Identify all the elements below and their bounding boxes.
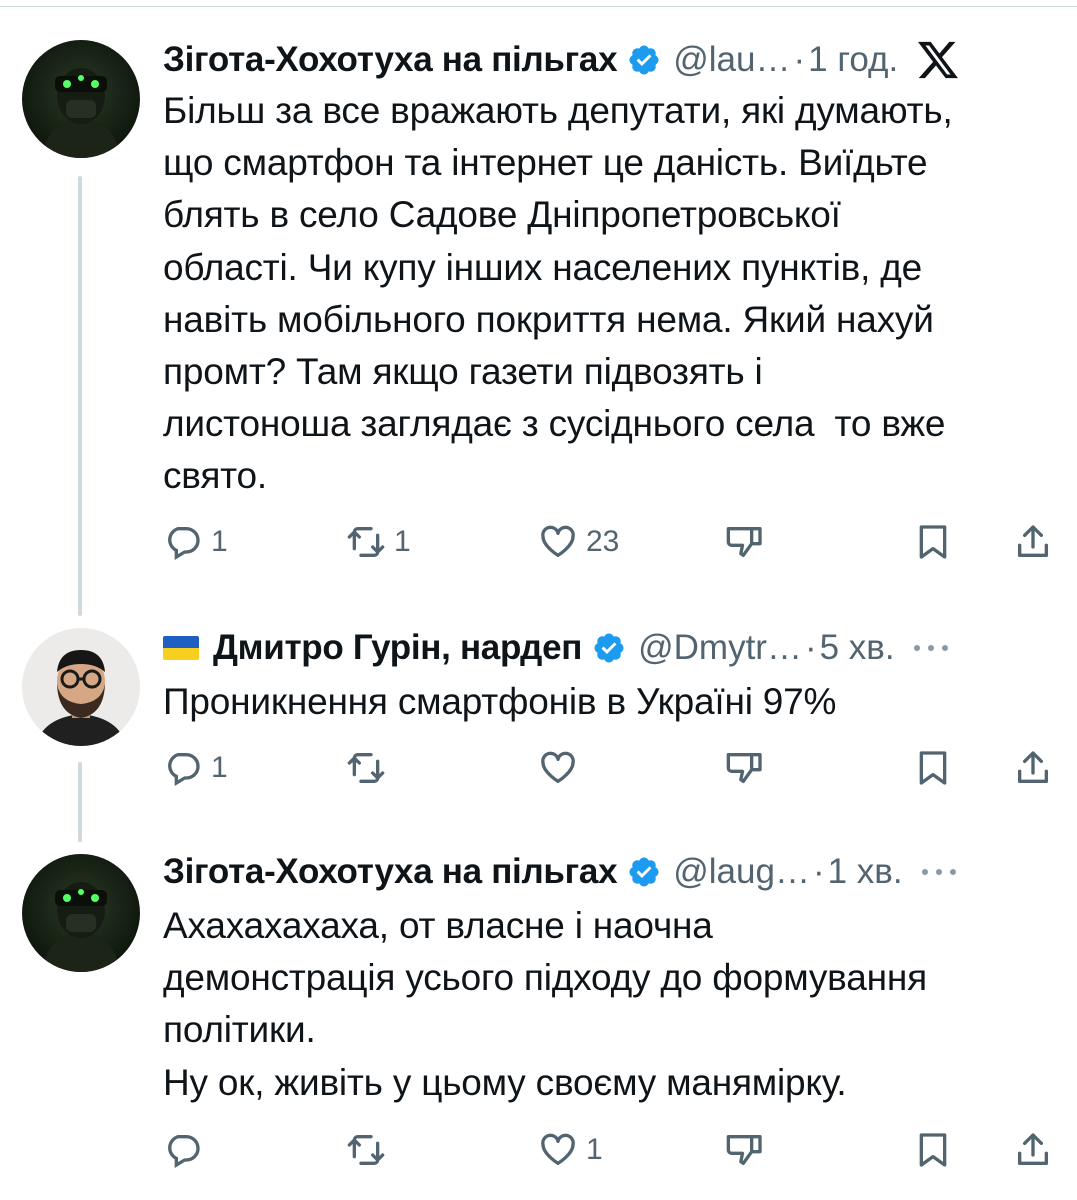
repost-icon bbox=[347, 1135, 385, 1165]
x-logo-icon bbox=[916, 40, 960, 80]
top-divider bbox=[0, 0, 1077, 7]
separator-dot: · bbox=[812, 852, 825, 891]
share-button[interactable] bbox=[1013, 1128, 1053, 1172]
bookmark-button[interactable] bbox=[913, 746, 953, 790]
repost-button[interactable] bbox=[346, 746, 394, 790]
author-handle[interactable]: @laug… bbox=[673, 852, 810, 892]
repost-button[interactable]: 1 bbox=[346, 520, 411, 564]
like-button[interactable]: 1 bbox=[538, 1128, 603, 1172]
reply-count: 1 bbox=[211, 525, 228, 558]
thread-line bbox=[78, 176, 82, 616]
dislike-button[interactable] bbox=[725, 1128, 765, 1172]
more-dots-icon[interactable] bbox=[919, 867, 959, 877]
bookmark-icon bbox=[919, 1133, 947, 1167]
verified-badge-icon bbox=[592, 631, 626, 665]
separator-dot: · bbox=[793, 40, 806, 79]
reply-icon bbox=[168, 1135, 200, 1168]
dislike-icon bbox=[726, 753, 762, 783]
dislike-button[interactable] bbox=[725, 520, 765, 564]
bookmark-button[interactable] bbox=[913, 520, 953, 564]
reply-count: 1 bbox=[211, 751, 228, 784]
like-count: 23 bbox=[586, 525, 620, 558]
reply-icon bbox=[168, 753, 200, 786]
verified-badge-icon bbox=[627, 855, 661, 889]
author-name[interactable]: Зігота-Хохотуха на пільгах bbox=[163, 852, 618, 892]
repost-icon bbox=[347, 753, 385, 783]
avatar[interactable] bbox=[22, 854, 140, 972]
like-icon bbox=[541, 525, 575, 557]
like-icon bbox=[541, 751, 575, 783]
more-dots-icon[interactable] bbox=[911, 643, 951, 653]
tweet-text: Більш за все вражають депутати, які дума… bbox=[163, 90, 953, 497]
reply-button[interactable]: 1 bbox=[163, 746, 228, 790]
avatar[interactable] bbox=[22, 628, 140, 746]
like-count: 1 bbox=[586, 1133, 603, 1166]
reply-button[interactable]: 1 bbox=[163, 520, 228, 564]
share-icon bbox=[1018, 1133, 1048, 1165]
avatar[interactable] bbox=[22, 40, 140, 158]
share-icon bbox=[1018, 525, 1048, 557]
tweet-text: Ахахахахаха, от власне і наочна демонстр… bbox=[163, 905, 927, 1103]
repost-icon bbox=[347, 527, 385, 557]
bookmark-icon bbox=[919, 525, 947, 559]
share-icon bbox=[1018, 751, 1048, 783]
verified-badge-icon bbox=[627, 43, 661, 77]
author-handle[interactable]: @lau… bbox=[673, 40, 790, 80]
dislike-button[interactable] bbox=[725, 746, 765, 790]
like-button[interactable]: 23 bbox=[538, 520, 619, 564]
thread-line bbox=[78, 762, 82, 842]
repost-count: 1 bbox=[394, 525, 411, 558]
share-button[interactable] bbox=[1013, 746, 1053, 790]
ukraine-flag-icon bbox=[163, 636, 199, 660]
timestamp[interactable]: 5 хв. bbox=[820, 628, 895, 668]
reply-icon bbox=[168, 527, 200, 560]
bookmark-button[interactable] bbox=[913, 1128, 953, 1172]
author-handle[interactable]: @Dmytr… bbox=[638, 628, 802, 668]
reply-button[interactable] bbox=[163, 1128, 211, 1172]
timestamp[interactable]: 1 хв. bbox=[828, 852, 903, 892]
dislike-icon bbox=[726, 1135, 762, 1165]
like-icon bbox=[541, 1133, 575, 1165]
repost-button[interactable] bbox=[346, 1128, 394, 1172]
like-button[interactable] bbox=[538, 746, 586, 790]
tweet-text: Проникнення смартфонів в Україні 97% bbox=[163, 681, 837, 722]
separator-dot: · bbox=[804, 628, 817, 667]
timestamp[interactable]: 1 год. bbox=[808, 40, 898, 80]
author-name[interactable]: Зігота-Хохотуха на пільгах bbox=[163, 40, 618, 80]
share-button[interactable] bbox=[1013, 520, 1053, 564]
author-name[interactable]: Дмитро Гурін, нардеп bbox=[213, 628, 582, 668]
bookmark-icon bbox=[919, 751, 947, 785]
dislike-icon bbox=[726, 527, 762, 557]
